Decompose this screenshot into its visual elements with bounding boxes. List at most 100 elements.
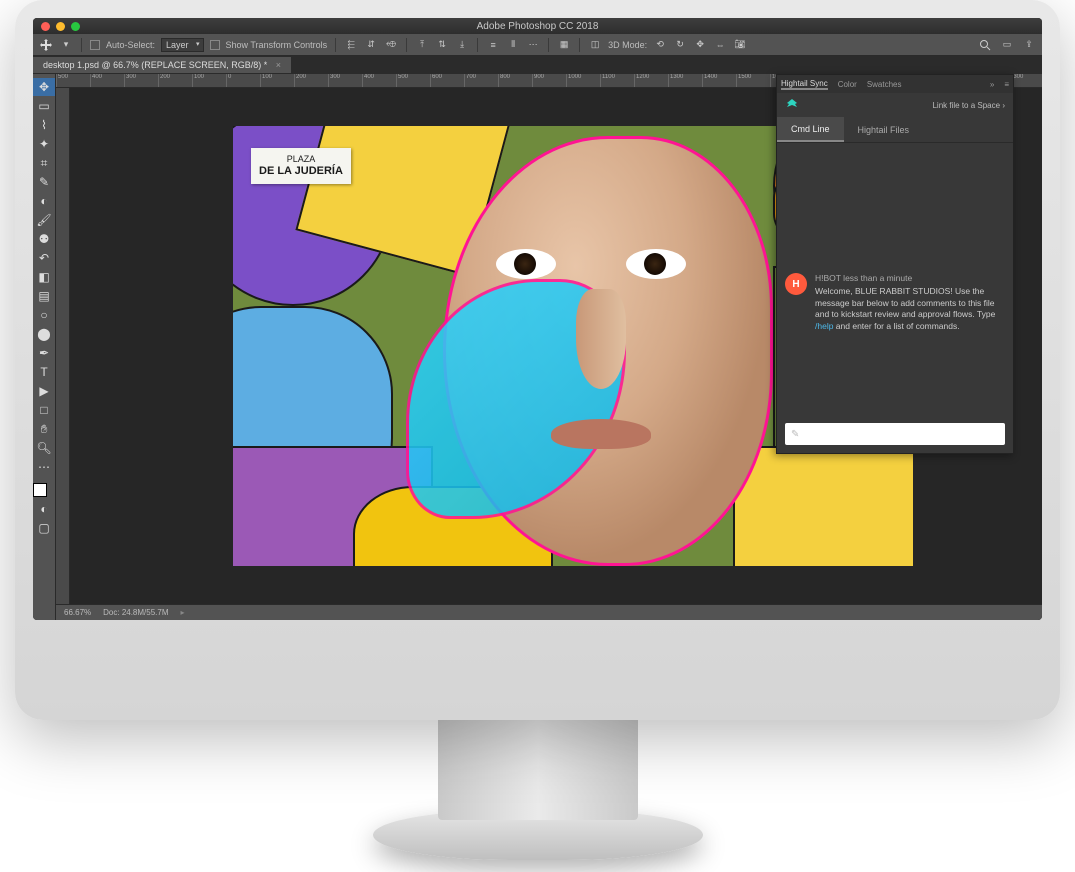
rectangle-tool[interactable]: □ (33, 401, 55, 419)
arrange-documents-icon[interactable]: ▭ (1000, 38, 1014, 52)
ruler-mark: 1100 (600, 74, 634, 87)
3d-cube-icon[interactable]: ◫ (588, 38, 602, 52)
eyedropper-tool[interactable]: ✎ (33, 173, 55, 191)
ruler-mark: 700 (464, 74, 498, 87)
close-tab-icon[interactable]: × (276, 60, 281, 70)
close-window-button[interactable] (41, 22, 50, 31)
show-transform-checkbox[interactable] (210, 40, 220, 50)
doc-size[interactable]: Doc: 24.8M/55.7M (103, 608, 168, 617)
hand-tool[interactable]: ✋︎ (33, 420, 55, 438)
panel-tab-row: Hightail Sync Color Swatches » ≡ (777, 75, 1013, 93)
gradient-tool[interactable]: ▤ (33, 287, 55, 305)
brush-tool[interactable]: 🖌︎ (33, 211, 55, 229)
ruler-mark: 600 (430, 74, 464, 87)
hightail-subtabs: Cmd Line Hightail Files (777, 117, 1013, 143)
eraser-tool[interactable]: ◧ (33, 268, 55, 286)
document-tab-label: desktop 1.psd @ 66.7% (REPLACE SCREEN, R… (43, 60, 267, 70)
ruler-mark: 1400 (702, 74, 736, 87)
quick-mask-tool[interactable]: ◐ (33, 500, 55, 518)
link-file-row: Link file to a Space › (777, 93, 1013, 117)
tab-color[interactable]: Color (838, 80, 857, 89)
plaza-sign: PLAZA DE LA JUDERÍA (251, 148, 351, 184)
ruler-mark: 0 (226, 74, 260, 87)
comment-input[interactable]: ✎ (785, 423, 1005, 445)
path-selection-tool[interactable]: ▶ (33, 382, 55, 400)
move-tool[interactable]: ✥ (33, 78, 55, 96)
tab-swatches[interactable]: Swatches (867, 80, 902, 89)
ruler-mark: 500 (396, 74, 430, 87)
align-left-edges-icon[interactable]: ⬱ (344, 38, 358, 52)
zoom-tool[interactable]: 🔍︎ (33, 439, 55, 457)
healing-brush-tool[interactable]: ◐ (33, 192, 55, 210)
tool-preset-dropdown-icon[interactable]: ▾ (59, 38, 73, 52)
subtab-hightail-files[interactable]: Hightail Files (844, 117, 924, 142)
magic-wand-tool[interactable]: ✦ (33, 135, 55, 153)
crop-tool[interactable]: ⌗ (33, 154, 55, 172)
auto-select-checkbox[interactable] (90, 40, 100, 50)
search-icon[interactable] (978, 38, 992, 52)
ruler-mark: 1000 (566, 74, 600, 87)
edit-toolbar[interactable]: ⋯ (33, 458, 55, 476)
align-right-edges-icon[interactable]: ⬲ (384, 38, 398, 52)
ruler-mark: 500 (56, 74, 90, 87)
ruler-mark: 400 (362, 74, 396, 87)
photoshop-window: Adobe Photoshop CC 2018 ▾ Auto-Select: L… (33, 18, 1042, 620)
hightail-sync-panel: Hightail Sync Color Swatches » ≡ Link fi… (776, 74, 1014, 454)
3d-orbit-icon[interactable]: ⟲ (653, 38, 667, 52)
status-flyout-icon[interactable]: ▸ (181, 608, 185, 617)
auto-select-dropdown[interactable]: Layer (161, 38, 204, 52)
dodge-tool[interactable]: ⬤ (33, 325, 55, 343)
clone-stamp-tool[interactable]: ⚉ (33, 230, 55, 248)
move-tool-icon[interactable] (39, 38, 53, 52)
macos-titlebar: Adobe Photoshop CC 2018 (33, 18, 1042, 34)
show-transform-label: Show Transform Controls (226, 40, 328, 50)
3d-camera-icon[interactable]: 📷︎ (733, 38, 747, 52)
align-bottom-edges-icon[interactable]: ⤓ (455, 38, 469, 52)
zoom-level[interactable]: 66.67% (64, 608, 91, 617)
fullscreen-window-button[interactable] (71, 22, 80, 31)
3d-slide-icon[interactable]: ⇔ (713, 38, 727, 52)
link-file-button[interactable]: Link file to a Space › (932, 101, 1005, 110)
lasso-tool[interactable]: ⌇ (33, 116, 55, 134)
window-title: Adobe Photoshop CC 2018 (477, 21, 599, 32)
type-tool[interactable]: T (33, 363, 55, 381)
auto-align-icon[interactable]: ▦ (557, 38, 571, 52)
link-file-label: Link file to a Space (932, 101, 1000, 110)
align-horizontal-centers-icon[interactable]: ⇵ (364, 38, 378, 52)
ruler-mark: 1500 (736, 74, 770, 87)
distribute-horizontal-icon[interactable]: ≡ (486, 38, 500, 52)
help-command-link[interactable]: /help (815, 321, 833, 331)
align-vertical-centers-icon[interactable]: ⇅ (435, 38, 449, 52)
share-icon[interactable]: ⇪ (1022, 38, 1036, 52)
imac-screen-bezel: Adobe Photoshop CC 2018 ▾ Auto-Select: L… (15, 0, 1060, 720)
history-brush-tool[interactable]: ↶ (33, 249, 55, 267)
panel-collapse-arrows-icon[interactable]: » (990, 80, 994, 89)
ruler-mark: 300 (328, 74, 362, 87)
hightail-logo-icon (785, 98, 799, 112)
hightail-body: H H!BOT less than a minute Welcome, BLUE… (777, 143, 1013, 453)
3d-roll-icon[interactable]: ↻ (673, 38, 687, 52)
marquee-tool[interactable]: ▭ (33, 97, 55, 115)
ruler-mark: 200 (158, 74, 192, 87)
subtab-cmd-line[interactable]: Cmd Line (777, 117, 844, 142)
status-bar: 66.67% Doc: 24.8M/55.7M ▸ (56, 604, 1042, 620)
distribute-spacing-icon[interactable]: ⋯ (526, 38, 540, 52)
3d-pan-icon[interactable]: ✥ (693, 38, 707, 52)
blur-tool[interactable]: ○ (33, 306, 55, 324)
panel-menu-icon[interactable]: ≡ (1004, 80, 1009, 89)
minimize-window-button[interactable] (56, 22, 65, 31)
tab-hightail-sync[interactable]: Hightail Sync (781, 79, 828, 90)
foreground-color[interactable] (33, 483, 47, 497)
color-swatches[interactable] (33, 477, 55, 499)
auto-select-label: Auto-Select: (106, 40, 155, 50)
document-tab[interactable]: desktop 1.psd @ 66.7% (REPLACE SCREEN, R… (33, 57, 291, 73)
plaza-sign-line1: PLAZA (259, 154, 343, 165)
ruler-mark: 200 (294, 74, 328, 87)
bot-avatar: H (785, 273, 807, 295)
ruler-mark: 100 (260, 74, 294, 87)
pen-tool[interactable]: ✒︎ (33, 344, 55, 362)
align-top-edges-icon[interactable]: ⤒ (415, 38, 429, 52)
distribute-vertical-icon[interactable]: ⫴ (506, 38, 520, 52)
tools-panel: ✥ ▭ ⌇ ✦ ⌗ ✎ ◐ 🖌︎ ⚉ ↶ ◧ ▤ ○ ⬤ ✒︎ (33, 74, 56, 620)
screen-mode-tool[interactable]: ▢ (33, 519, 55, 537)
